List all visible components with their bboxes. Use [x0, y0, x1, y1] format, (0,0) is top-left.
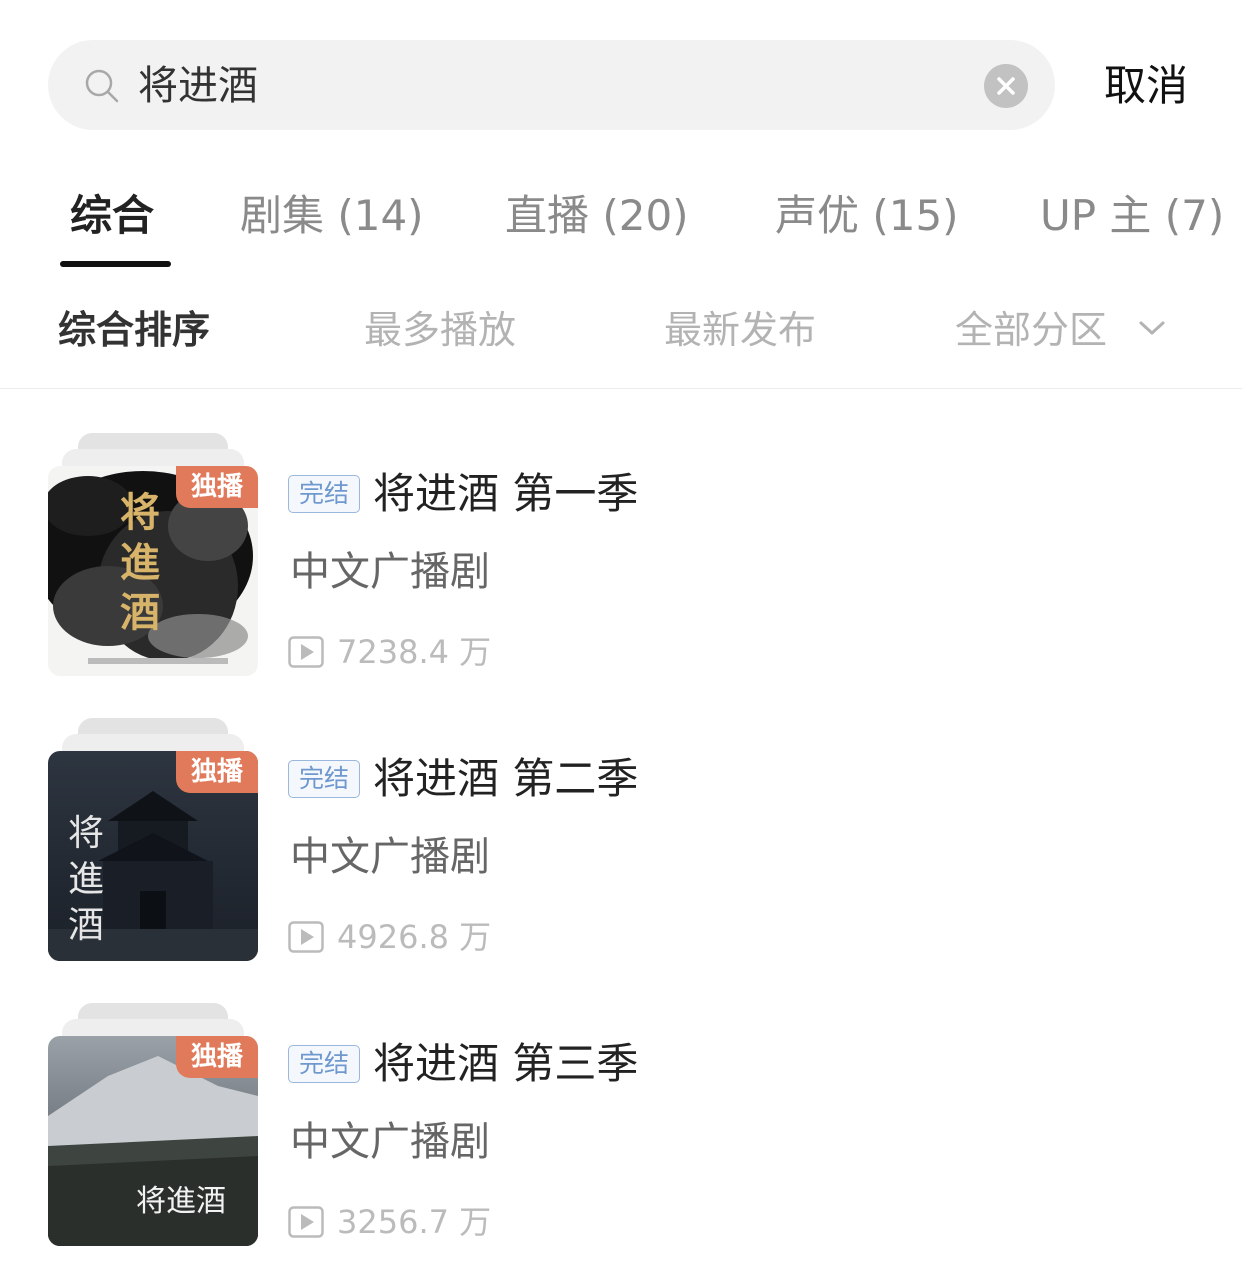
status-badge: 完结: [288, 1045, 360, 1083]
exclusive-badge: 独播: [176, 1036, 258, 1078]
exclusive-badge: 独播: [176, 466, 258, 508]
search-input[interactable]: 将进酒: [138, 58, 258, 114]
cancel-button[interactable]: 取消: [1104, 58, 1188, 114]
status-badge: 完结: [288, 475, 360, 513]
play-count: 3256.7 万: [337, 1203, 492, 1241]
search-icon: [85, 69, 119, 103]
sort-newest[interactable]: 最新发布: [664, 302, 816, 358]
tab-voice-actors[interactable]: 声优 (15): [775, 184, 959, 248]
sort-comprehensive[interactable]: 综合排序: [58, 302, 210, 358]
item-category: 中文广播剧: [290, 1119, 490, 1165]
item-category: 中文广播剧: [290, 549, 490, 595]
play-icon: [288, 921, 324, 953]
item-title[interactable]: 将进酒 第三季: [373, 1036, 638, 1092]
tab-live[interactable]: 直播 (20): [505, 184, 689, 248]
tab-uploaders[interactable]: UP 主 (7): [1040, 184, 1224, 248]
cover-image[interactable]: 将進酒 独播: [48, 466, 258, 676]
item-category: 中文广播剧: [290, 834, 490, 880]
play-count: 7238.4 万: [337, 633, 492, 671]
status-badge: 完结: [288, 760, 360, 798]
divider: [0, 388, 1242, 389]
search-results-page: 将进酒 取消 综合 剧集 (14) 直播 (20) 声优 (15) UP 主 (…: [0, 0, 1242, 1286]
play-count: 4926.8 万: [337, 918, 492, 956]
play-icon: [288, 636, 324, 668]
chevron-down-icon[interactable]: [1138, 318, 1166, 338]
sort-most-played[interactable]: 最多播放: [364, 302, 516, 358]
tab-comprehensive[interactable]: 综合: [70, 184, 154, 248]
cover-title-text: 将進酒: [67, 813, 104, 946]
cover-title-text: 将進酒: [136, 1184, 226, 1219]
item-title[interactable]: 将进酒 第一季: [373, 466, 638, 522]
cover-title-text: 将進酒: [120, 489, 160, 636]
tab-series[interactable]: 剧集 (14): [240, 184, 424, 248]
cover-image[interactable]: 将進酒 独播: [48, 751, 258, 961]
cover-image[interactable]: 将進酒 独播: [48, 1036, 258, 1246]
filter-all-zones[interactable]: 全部分区: [955, 302, 1107, 358]
clear-icon[interactable]: [984, 64, 1028, 108]
play-icon: [288, 1206, 324, 1238]
tab-indicator: [60, 261, 171, 267]
exclusive-badge: 独播: [176, 751, 258, 793]
item-title[interactable]: 将进酒 第二季: [373, 751, 638, 807]
